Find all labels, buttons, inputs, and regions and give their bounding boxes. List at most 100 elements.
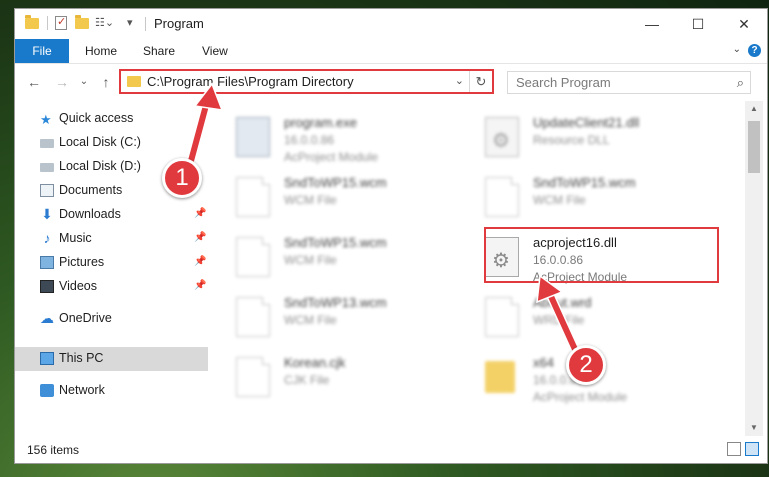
file-name: SndToWP15.wcm xyxy=(284,175,387,190)
scroll-up-icon[interactable]: ▲ xyxy=(745,101,763,117)
folder-icon xyxy=(485,361,515,393)
separator xyxy=(47,16,48,30)
file-type: CJK File xyxy=(284,373,330,387)
pin-icon[interactable]: 📌 xyxy=(194,208,206,219)
forward-button[interactable]: → xyxy=(53,73,71,91)
sidebar-item-pictures[interactable]: Pictures 📌 xyxy=(15,251,208,275)
sidebar-item-downloads[interactable]: ⬇ Downloads 📌 xyxy=(15,203,208,227)
ribbon-tabs: File Home Share View ⌄ ? xyxy=(15,39,767,64)
file-item[interactable]: SndToWP13.wcm WCM File xyxy=(236,293,466,347)
exe-icon xyxy=(236,117,270,157)
sidebar-item-label: This PC xyxy=(59,351,104,365)
search-icon[interactable]: ⌕ xyxy=(737,75,744,91)
callout-badge-2: 2 xyxy=(566,345,606,385)
file-type: WCM File xyxy=(284,253,337,267)
file-name: About.wrd xyxy=(533,295,592,310)
file-type: WRD File xyxy=(533,313,585,327)
folder-icon xyxy=(25,15,39,29)
pin-icon[interactable]: 📌 xyxy=(194,280,206,291)
sidebar-item-local-disk-c[interactable]: Local Disk (C:) xyxy=(15,131,208,155)
sidebar-item-label: Local Disk (C:) xyxy=(59,135,141,149)
file-name: SndToWP15.wcm xyxy=(533,175,636,190)
network-icon xyxy=(40,384,54,397)
sidebar-item-onedrive[interactable]: ☁ OneDrive xyxy=(15,307,208,331)
help-icon[interactable]: ? xyxy=(748,44,761,57)
address-dropdown-icon[interactable]: ⌄ xyxy=(455,74,464,87)
file-type: WCM File xyxy=(284,313,337,327)
music-icon: ♪ xyxy=(43,230,51,246)
large-icons-view-icon[interactable] xyxy=(745,442,759,456)
tab-view[interactable]: View xyxy=(202,39,228,63)
expand-ribbon-icon[interactable]: ⌄ xyxy=(733,44,741,55)
sidebar-item-videos[interactable]: Videos 📌 xyxy=(15,275,208,299)
sidebar-item-network[interactable]: Network xyxy=(15,379,208,403)
page-icon xyxy=(236,237,270,277)
callout-badge-1: 1 xyxy=(162,158,202,198)
tab-share[interactable]: Share xyxy=(143,39,175,63)
file-name: x64 xyxy=(533,355,554,370)
file-explorer-window: ☷⌄ ▾ Program — ☐ ✕ File Home Share View … xyxy=(14,8,768,464)
search-input[interactable]: Search Program ⌕ xyxy=(507,71,751,94)
refresh-button[interactable]: ↻ xyxy=(469,71,492,92)
file-type: WCM File xyxy=(533,193,586,207)
address-bar[interactable]: C:\Program Files\Program Directory ⌄ ↻ xyxy=(119,69,494,94)
minimize-button[interactable]: — xyxy=(629,9,675,39)
page-icon xyxy=(236,177,270,217)
download-icon: ⬇ xyxy=(41,206,53,222)
navigation-pane: ★ Quick access Local Disk (C:) Local Dis… xyxy=(15,101,208,436)
window-title: Program xyxy=(154,16,204,31)
folder-icon xyxy=(127,76,141,87)
page-icon xyxy=(485,177,519,217)
file-item[interactable]: SndToWP15.wcm WCM File xyxy=(485,173,715,227)
file-item[interactable]: program.exe 16.0.0.86 AcProject Module xyxy=(236,113,466,167)
page-icon xyxy=(236,357,270,397)
file-type: WCM File xyxy=(284,193,337,207)
sidebar-item-quick-access[interactable]: ★ Quick access xyxy=(15,107,208,131)
sidebar-item-this-pc[interactable]: This PC xyxy=(15,347,208,371)
back-button[interactable]: ← xyxy=(25,73,43,91)
properties-icon[interactable] xyxy=(55,15,67,30)
highlight-box-file xyxy=(484,227,719,283)
sidebar-item-label: Local Disk (D:) xyxy=(59,159,141,173)
sidebar-item-label: OneDrive xyxy=(59,311,112,325)
file-item[interactable]: ⚙ UpdateClient21.dll Resource DLL xyxy=(485,113,715,167)
tab-home[interactable]: Home xyxy=(85,39,117,63)
up-button[interactable]: ↑ xyxy=(97,73,115,91)
disk-icon xyxy=(40,139,54,148)
file-description: AcProject Module xyxy=(533,390,628,404)
tab-file[interactable]: File xyxy=(15,39,69,63)
maximize-button[interactable]: ☐ xyxy=(675,9,721,39)
sidebar-item-label: Documents xyxy=(59,183,123,197)
new-folder-icon[interactable] xyxy=(75,15,89,29)
file-type: Resource DLL xyxy=(533,133,610,147)
recent-locations-button[interactable]: ⌄ xyxy=(75,73,93,91)
navigation-bar: ← → ⌄ ↑ C:\Program Files\Program Directo… xyxy=(15,64,767,100)
page-icon xyxy=(236,297,270,337)
cloud-icon: ☁ xyxy=(40,310,54,326)
vertical-scrollbar[interactable]: ▲ ▼ xyxy=(745,101,763,436)
file-name: program.exe xyxy=(284,115,357,130)
star-icon: ★ xyxy=(40,112,52,127)
address-path[interactable]: C:\Program Files\Program Directory xyxy=(147,74,354,89)
file-item[interactable]: SndToWP15.wcm WCM File xyxy=(236,173,466,227)
pin-icon[interactable]: 📌 xyxy=(194,256,206,267)
sidebar-item-music[interactable]: ♪ Music 📌 xyxy=(15,227,208,251)
chevron-down-icon[interactable]: ▾ xyxy=(127,16,133,32)
pin-icon[interactable]: 📌 xyxy=(194,232,206,243)
pictures-icon xyxy=(40,256,54,269)
disk-icon xyxy=(40,163,54,172)
videos-icon xyxy=(40,280,54,293)
details-view-icon[interactable] xyxy=(727,442,741,456)
documents-icon xyxy=(40,184,54,197)
file-item[interactable]: Korean.cjk CJK File xyxy=(236,353,466,407)
scrollbar-thumb[interactable] xyxy=(748,121,760,173)
sidebar-item-label: Music xyxy=(59,231,92,245)
file-item[interactable]: SndToWP15.wcm WCM File xyxy=(236,233,466,287)
close-button[interactable]: ✕ xyxy=(721,9,767,39)
sidebar-item-label: Pictures xyxy=(59,255,105,269)
sidebar-item-label: Network xyxy=(59,383,105,397)
quick-access-customize-icon[interactable]: ☷⌄ xyxy=(95,16,114,32)
file-version: 16.0.0.86 xyxy=(284,133,335,147)
file-item[interactable]: About.wrd WRD File xyxy=(485,293,715,347)
scroll-down-icon[interactable]: ▼ xyxy=(745,420,763,436)
